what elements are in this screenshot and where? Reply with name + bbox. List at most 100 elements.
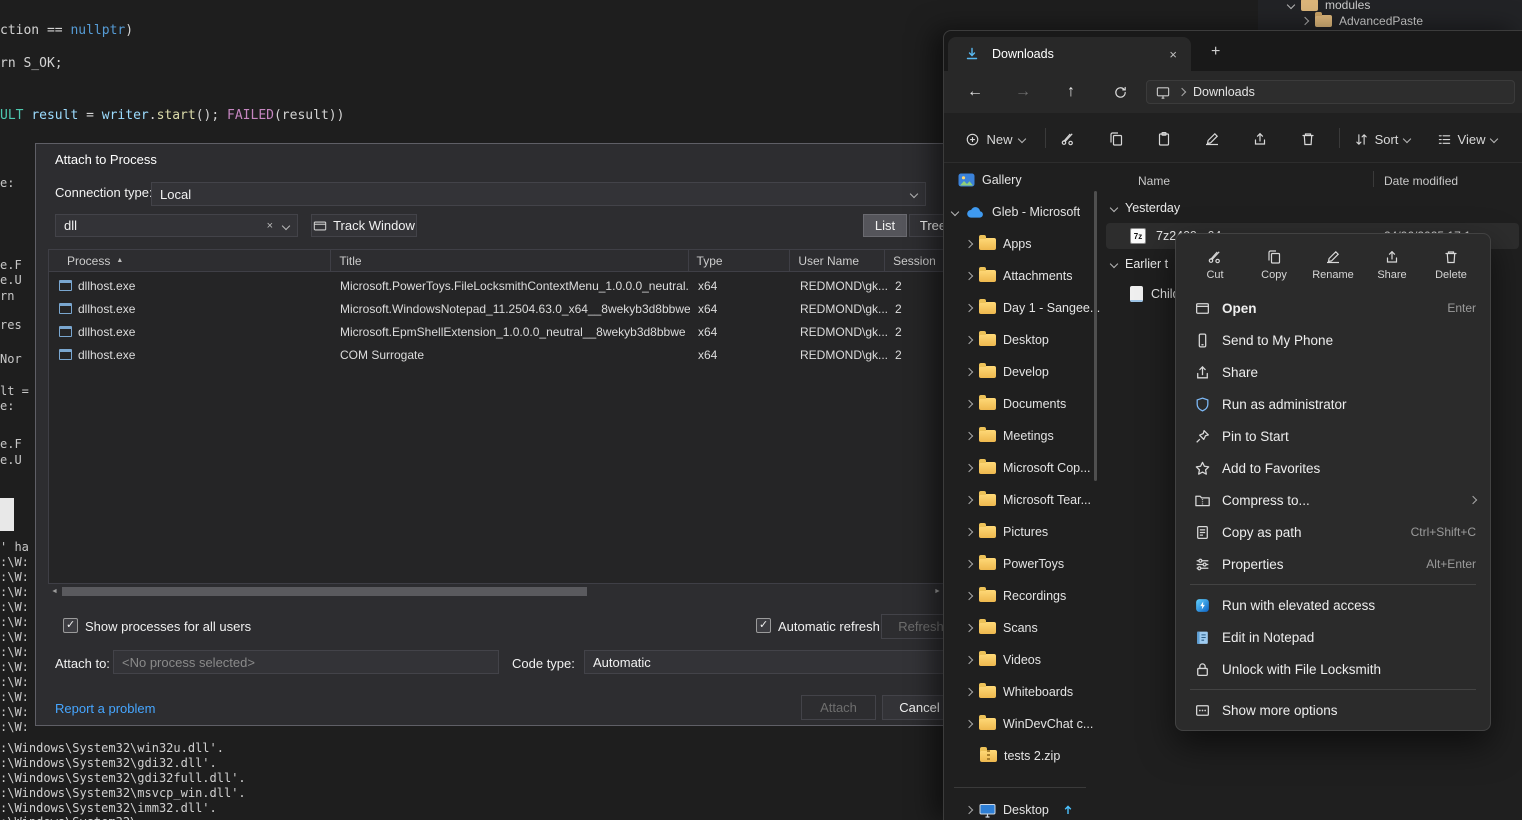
sidebar-item-meetings[interactable]: Meetings bbox=[966, 421, 1108, 451]
process-row[interactable]: dllhost.exe COM Surrogate x64 REDMOND\gk… bbox=[49, 343, 943, 366]
sidebar-item-whiteboards[interactable]: Whiteboards bbox=[966, 677, 1108, 707]
new-tab-icon[interactable]: + bbox=[1211, 43, 1220, 61]
column-header-session[interactable]: Session bbox=[885, 250, 943, 271]
show-all-users-checkbox[interactable] bbox=[63, 618, 78, 633]
connection-type-dropdown[interactable]: Local bbox=[151, 182, 926, 206]
code-type-field[interactable]: Automatic bbox=[584, 650, 943, 674]
menu-item-run-as-administrator[interactable]: Run as administrator bbox=[1180, 388, 1486, 420]
desktop-folder-icon bbox=[979, 334, 996, 346]
sidebar-item-scans[interactable]: Scans bbox=[966, 613, 1108, 643]
sidebar-item-gallery[interactable]: Gallery bbox=[958, 165, 1100, 195]
clear-filter-icon[interactable]: × bbox=[267, 220, 273, 232]
sidebar-item-recordings[interactable]: Recordings bbox=[966, 581, 1108, 611]
menu-item-edit-in-notepad[interactable]: Edit in Notepad bbox=[1180, 621, 1486, 653]
menu-item-compress-to[interactable]: Compress to... bbox=[1180, 484, 1486, 516]
view-button[interactable]: View bbox=[1430, 127, 1504, 151]
sidebar-item-microsoft-tear[interactable]: Microsoft Tear... bbox=[966, 485, 1108, 515]
menu-item-pin-to-start[interactable]: Pin to Start bbox=[1180, 420, 1486, 452]
sidebar-item-powertoys[interactable]: PowerToys bbox=[966, 549, 1108, 579]
column-header-type[interactable]: Type bbox=[689, 250, 791, 271]
column-header-name[interactable]: Name bbox=[1138, 174, 1170, 188]
column-header-date-modified[interactable]: Date modified bbox=[1384, 174, 1458, 188]
scroll-right-icon[interactable]: ► bbox=[931, 588, 943, 595]
chevron-down-icon bbox=[1017, 135, 1025, 143]
sidebar-item-day1[interactable]: Day 1 - Sangee... bbox=[966, 293, 1108, 323]
sidebar-item-pictures[interactable]: Pictures bbox=[966, 517, 1108, 547]
menu-item-send-to-phone[interactable]: Send to My Phone bbox=[1180, 324, 1486, 356]
sidebar-item-documents[interactable]: Documents bbox=[966, 389, 1108, 419]
process-filter-input[interactable]: dll × bbox=[55, 214, 298, 237]
sort-button[interactable]: Sort bbox=[1348, 127, 1416, 151]
menu-item-share[interactable]: Share bbox=[1180, 356, 1486, 388]
sidebar-item-desktop[interactable]: Desktop bbox=[966, 325, 1108, 355]
folder-icon bbox=[979, 302, 996, 314]
file-icon bbox=[1130, 286, 1143, 302]
report-problem-link[interactable]: Report a problem bbox=[55, 701, 155, 716]
cut-button[interactable] bbox=[1052, 127, 1084, 151]
copy-button[interactable] bbox=[1100, 127, 1132, 151]
close-tab-icon[interactable]: × bbox=[1169, 47, 1177, 62]
track-window-button[interactable]: Track Window bbox=[311, 214, 417, 237]
chevron-down-icon[interactable] bbox=[282, 221, 290, 229]
cut-button[interactable]: Cut bbox=[1186, 240, 1244, 290]
list-view-toggle[interactable]: List bbox=[863, 214, 907, 237]
sidebar-item-windevchat[interactable]: WinDevChat c... bbox=[966, 709, 1108, 739]
column-header-process[interactable]: Process▲ bbox=[49, 250, 331, 271]
group-header-earlier[interactable]: Earlier t bbox=[1111, 257, 1168, 271]
menu-item-run-elevated[interactable]: Run with elevated access bbox=[1180, 589, 1486, 621]
tree-item-advancedpaste[interactable]: AdvancedPaste bbox=[1302, 12, 1423, 30]
menu-item-copy-as-path[interactable]: Copy as path Ctrl+Shift+C bbox=[1180, 516, 1486, 548]
menu-item-properties[interactable]: Properties Alt+Enter bbox=[1180, 548, 1486, 580]
process-row[interactable]: dllhost.exe Microsoft.PowerToys.FileLock… bbox=[49, 274, 943, 297]
horizontal-scrollbar[interactable]: ◄ ► bbox=[48, 585, 943, 598]
refresh-button[interactable] bbox=[1104, 76, 1136, 108]
menu-item-open[interactable]: Open Enter bbox=[1180, 292, 1486, 324]
menu-item-show-more-options[interactable]: Show more options bbox=[1180, 694, 1486, 726]
sidebar-item-desktop-pinned[interactable]: Desktop bbox=[966, 795, 1108, 820]
chevron-right-icon bbox=[965, 528, 973, 536]
pictures-folder-icon bbox=[979, 526, 996, 538]
sidebar-item-attachments[interactable]: Attachments bbox=[966, 261, 1108, 291]
auto-refresh-checkbox[interactable] bbox=[756, 618, 771, 633]
tree-view-toggle[interactable]: Tree bbox=[909, 214, 943, 237]
sidebar-item-apps[interactable]: Apps bbox=[966, 229, 1108, 259]
group-header-yesterday[interactable]: Yesterday bbox=[1111, 201, 1180, 215]
address-bar[interactable]: Downloads bbox=[1146, 80, 1515, 104]
sidebar-item-develop[interactable]: Develop bbox=[966, 357, 1108, 387]
file-row-child[interactable]: Childl bbox=[1106, 281, 1176, 307]
code-fragment: :\W: bbox=[0, 675, 29, 689]
cancel-button[interactable]: Cancel bbox=[882, 695, 943, 720]
folder-icon bbox=[1301, 0, 1318, 11]
attach-to-field[interactable]: <No process selected> bbox=[113, 650, 499, 674]
forward-button[interactable]: → bbox=[1007, 76, 1039, 108]
column-divider[interactable] bbox=[1373, 171, 1374, 187]
sidebar-item-microsoft-cop[interactable]: Microsoft Cop... bbox=[966, 453, 1108, 483]
attach-button[interactable]: Attach bbox=[801, 695, 876, 720]
sidebar-item-videos[interactable]: Videos bbox=[966, 645, 1108, 675]
sidebar-scrollbar[interactable] bbox=[1094, 191, 1097, 481]
delete-button[interactable]: Delete bbox=[1422, 240, 1480, 290]
delete-button[interactable] bbox=[1292, 127, 1324, 151]
paste-button[interactable] bbox=[1148, 127, 1180, 151]
rename-button[interactable]: Rename bbox=[1304, 240, 1362, 290]
column-header-user[interactable]: User Name bbox=[790, 250, 885, 271]
process-row[interactable]: dllhost.exe Microsoft.WindowsNotepad_11.… bbox=[49, 297, 943, 320]
process-row[interactable]: dllhost.exe Microsoft.EpmShellExtension_… bbox=[49, 320, 943, 343]
rename-button[interactable] bbox=[1196, 127, 1228, 151]
scrollbar-thumb[interactable] bbox=[62, 587, 587, 596]
share-button[interactable]: Share bbox=[1363, 240, 1421, 290]
sidebar-item-tests-zip[interactable]: tests 2.zip bbox=[980, 741, 1122, 771]
refresh-button[interactable]: Refresh bbox=[881, 614, 943, 639]
sidebar-item-onedrive-root[interactable]: Gleb - Microsoft bbox=[952, 197, 1094, 227]
menu-item-add-to-favorites[interactable]: Add to Favorites bbox=[1180, 452, 1486, 484]
column-header-title[interactable]: Title bbox=[331, 250, 688, 271]
scroll-left-icon[interactable]: ◄ bbox=[48, 588, 61, 595]
tab-downloads[interactable]: Downloads × bbox=[948, 37, 1191, 71]
chevron-right-icon bbox=[965, 304, 973, 312]
back-button[interactable]: ← bbox=[959, 76, 991, 108]
new-button[interactable]: New bbox=[958, 127, 1032, 151]
up-button[interactable]: ↑ bbox=[1055, 76, 1087, 108]
share-button[interactable] bbox=[1244, 127, 1276, 151]
copy-button[interactable]: Copy bbox=[1245, 240, 1303, 290]
menu-item-unlock-file-locksmith[interactable]: Unlock with File Locksmith bbox=[1180, 653, 1486, 685]
